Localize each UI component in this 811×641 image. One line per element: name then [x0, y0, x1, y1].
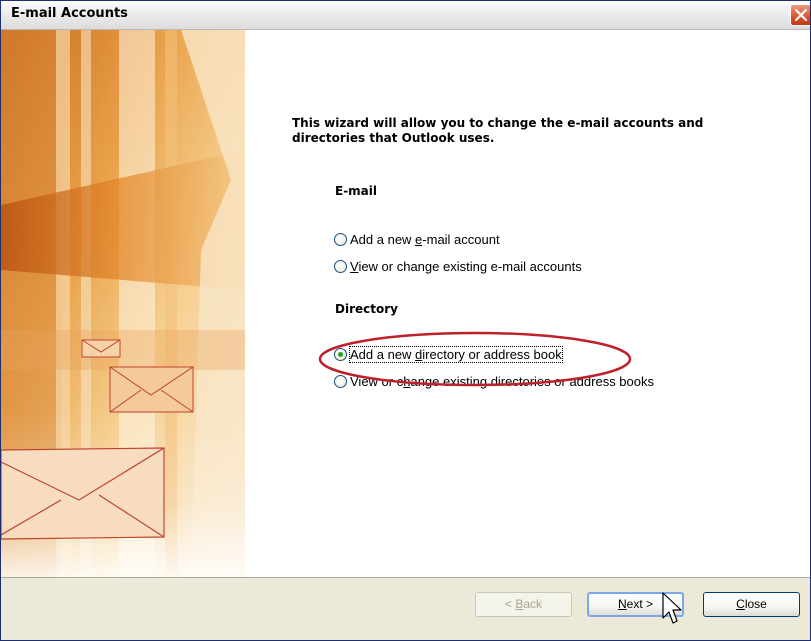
wizard-side-art [1, 30, 245, 577]
close-window-button[interactable] [790, 4, 810, 26]
directory-section-heading: Directory [335, 302, 398, 316]
add-email-account-label: Add a new e-mail account [350, 232, 500, 248]
add-directory-label: Add a new directory or address book [349, 346, 563, 364]
window-title: E-mail Accounts [11, 6, 128, 21]
wizard-content: This wizard will allow you to change the… [245, 30, 810, 577]
view-directories-label: View or change existing directories or a… [350, 374, 654, 390]
radio-button[interactable] [334, 260, 347, 274]
add-directory-radio[interactable]: Add a new directory or address book [334, 346, 563, 364]
view-directories-radio[interactable]: View or change existing directories or a… [334, 373, 654, 391]
next-button[interactable]: Next > [587, 592, 684, 617]
view-email-accounts-label: View or change existing e-mail accounts [350, 259, 582, 275]
close-button[interactable]: Close [703, 592, 800, 617]
wizard-intro-text: This wizard will allow you to change the… [292, 116, 704, 145]
decorative-art [1, 30, 245, 577]
close-icon [795, 9, 807, 21]
radio-button-selected[interactable] [334, 348, 347, 362]
radio-button[interactable] [334, 375, 347, 389]
wizard-body: This wizard will allow you to change the… [1, 30, 810, 577]
title-bar[interactable]: E-mail Accounts [1, 1, 810, 30]
email-section-heading: E-mail [335, 184, 378, 198]
envelope-icon [81, 339, 121, 358]
view-email-accounts-radio[interactable]: View or change existing e-mail accounts [334, 258, 582, 276]
email-accounts-dialog: E-mail Accounts This wizard will allow y… [0, 0, 811, 641]
add-email-account-radio[interactable]: Add a new e-mail account [334, 231, 500, 249]
radio-button[interactable] [334, 233, 347, 247]
envelope-icon [1, 447, 165, 540]
wizard-footer: < Back Next > Close [1, 577, 810, 640]
back-button[interactable]: < Back [475, 592, 572, 617]
envelope-icon [109, 366, 194, 413]
